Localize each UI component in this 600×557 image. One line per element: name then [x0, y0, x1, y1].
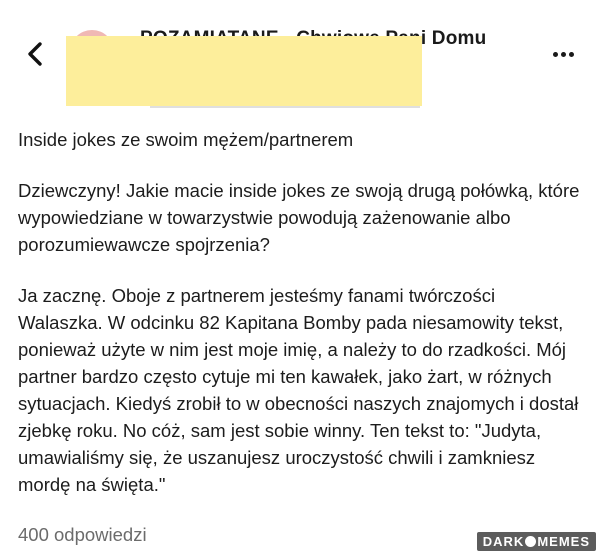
watermark-text-left: DARK [482, 534, 525, 549]
post-header: POZAMIATANE - Chwiowe Pani Domu [0, 0, 600, 112]
watermark-logo: DARK MEMES [476, 532, 596, 551]
replies-count-link[interactable]: 400 odpowiedzi [18, 524, 147, 546]
redaction-overlay [66, 36, 422, 106]
post-content: Inside jokes ze swoim mężem/partnerem Dz… [18, 126, 584, 498]
more-options-button[interactable] [546, 42, 580, 66]
skull-icon [525, 536, 537, 547]
post-body: Dziewczyny! Jakie macie inside jokes ze … [18, 177, 584, 498]
back-button[interactable] [20, 36, 50, 72]
post-paragraph: Ja zacznę. Oboje z partnerem jesteśmy fa… [18, 285, 579, 495]
post-title: Inside jokes ze swoim mężem/partnerem [18, 129, 354, 150]
chevron-left-icon [28, 42, 42, 66]
watermark-text-right: MEMES [537, 534, 590, 549]
post-paragraph: Dziewczyny! Jakie macie inside jokes ze … [18, 180, 580, 255]
more-horizontal-icon [552, 51, 558, 57]
